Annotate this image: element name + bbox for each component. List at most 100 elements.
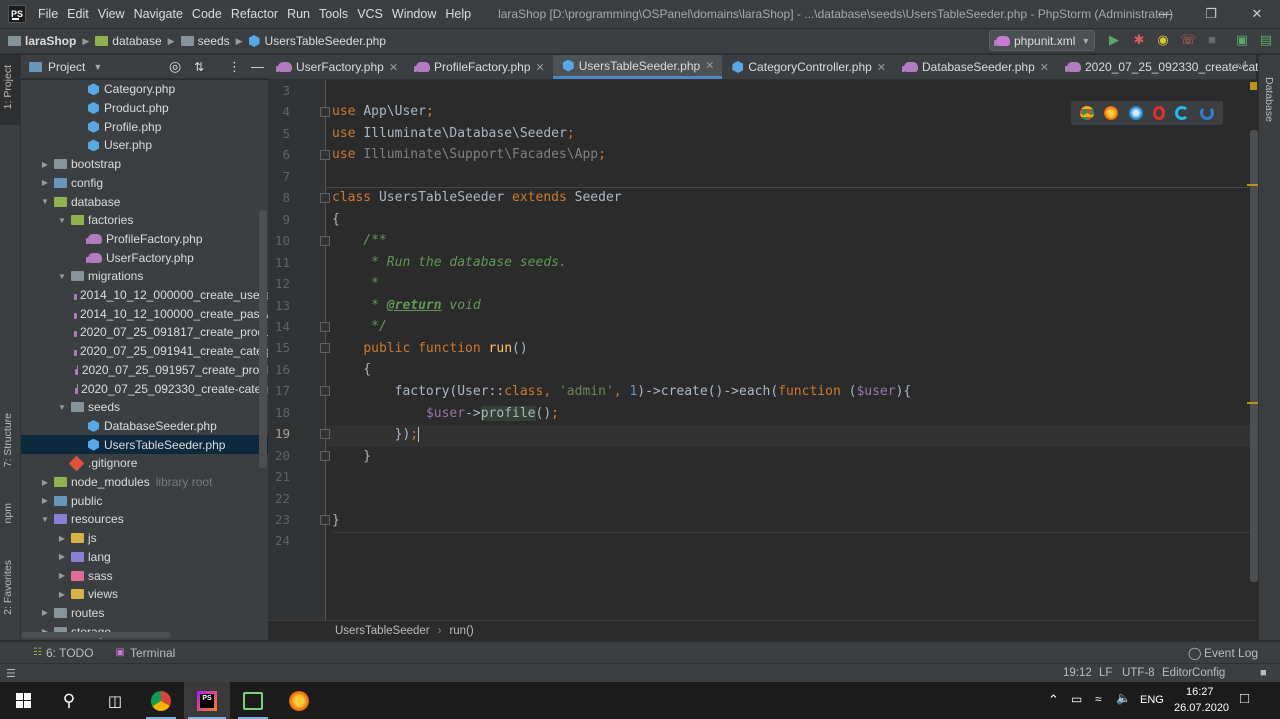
breadcrumb-database[interactable]: database [95,34,162,48]
close-tab-icon[interactable]: ✕ [705,59,714,72]
restore-icon[interactable]: ❐ [1188,0,1234,28]
firefox-taskbar-icon[interactable] [276,682,322,719]
menu-view[interactable]: View [94,7,129,21]
menu-navigate[interactable]: Navigate [130,7,187,21]
menu-code[interactable]: Code [188,7,226,21]
npm-tool-tab[interactable]: npm [2,503,14,523]
breadcrumb-seeds[interactable]: seeds [180,34,230,48]
tree-item[interactable]: Product.php [21,99,268,118]
editor-tab[interactable]: ProfileFactory.php ✕ [406,55,553,79]
breadcrumb-method[interactable]: run() [449,625,473,637]
volume-icon[interactable]: 🔈 [1116,691,1131,705]
project-view-select[interactable]: Project [48,60,85,74]
menu-refactor[interactable]: Refactor [227,7,282,21]
chevron-right-icon[interactable]: ▶ [39,478,51,487]
notifications-icon[interactable]: □ [1240,690,1249,707]
project-tool-tab[interactable]: 1: Project [2,65,14,109]
debug-icon[interactable]: ✱ [1131,32,1147,48]
close-tab-icon[interactable]: ✕ [389,61,398,74]
indent-settings[interactable]: EditorConfig [1162,667,1225,679]
tree-item[interactable]: Profile.php [21,117,268,136]
tree-item[interactable]: ▶ sass [21,566,268,585]
close-tab-icon[interactable]: ✕ [877,61,886,74]
chevron-down-icon[interactable]: ▼ [56,272,68,281]
chevron-right-icon[interactable]: ▶ [39,608,51,617]
search-icon[interactable]: ⚲ [46,682,92,719]
database-tool-tab[interactable]: Database [1263,77,1275,122]
terminal-toolbar-icon[interactable]: ▣ [1234,32,1250,48]
menu-tools[interactable]: Tools [315,7,352,21]
tree-item[interactable]: ▼ resources [21,510,268,529]
chevron-down-icon[interactable]: ▼ [39,515,51,524]
close-window-icon[interactable]: ✕ [1234,0,1280,28]
chevron-right-icon[interactable]: ▶ [39,160,51,169]
line-separator[interactable]: LF [1099,667,1112,679]
chevron-down-icon[interactable]: ▼ [56,216,68,225]
editor-tab[interactable]: UsersTableSeeder.php ✕ [552,55,723,79]
tree-horizontal-scrollbar[interactable] [21,632,171,638]
editor-tab[interactable]: UserFactory.php ✕ [268,55,406,79]
chevron-right-icon[interactable]: ▶ [39,496,51,505]
fold-marker-icon[interactable] [320,451,330,461]
clock-time[interactable]: 16:27 [1186,686,1214,698]
safari-icon[interactable] [1128,106,1143,120]
tree-item[interactable]: ▶ routes [21,604,268,623]
chevron-right-icon[interactable]: ▶ [56,534,68,543]
tree-item[interactable]: ▼ migrations [21,267,268,286]
tree-item[interactable]: Category.php [21,80,268,99]
windows-start-icon[interactable] [0,682,46,719]
tree-item[interactable]: ▼ database [21,192,268,211]
tree-item[interactable]: User.php [21,136,268,155]
chevron-right-icon[interactable]: ▶ [56,552,68,561]
code-editor[interactable]: 3 4 5 6 7 8 9 10 11 12 13 14 15 16 17 18 19 20 21 22 23 24 us… [268,80,1256,620]
lock-icon[interactable]: ■ [1260,667,1267,679]
terminal-tab[interactable]: Terminal [130,646,175,660]
breadcrumb-file[interactable]: UsersTableSeeder.php [248,34,386,48]
clock-date[interactable]: 26.07.2020 [1174,702,1229,714]
close-tab-icon[interactable]: ✕ [1040,61,1049,74]
collapse-all-icon[interactable]: ⇅ [194,60,204,74]
tree-item[interactable]: .gitignore [21,454,268,473]
fold-marker-icon[interactable] [320,107,330,117]
tree-item[interactable]: ▼ factories [21,211,268,230]
chrome-taskbar-icon[interactable] [138,682,184,719]
opera-icon[interactable] [1153,106,1166,120]
tree-item[interactable]: 2014_10_12_000000_create_users [21,286,268,305]
minimize-icon[interactable]: — [1142,0,1188,28]
breadcrumb-class[interactable]: UsersTableSeeder [335,625,430,637]
run-configuration-select[interactable]: phpunit.xml ▼ [989,30,1095,51]
chevron-down-icon[interactable]: ▼ [56,403,68,412]
run-icon[interactable]: ▶ [1106,32,1122,48]
tree-item[interactable]: ▶ public [21,491,268,510]
menu-edit[interactable]: Edit [63,7,93,21]
phpstorm-taskbar-icon[interactable]: PS [184,682,230,719]
editor-scrollbar[interactable] [1250,130,1258,582]
fold-marker-icon[interactable] [320,386,330,396]
ospanel-taskbar-icon[interactable] [230,682,276,719]
fold-marker-icon[interactable] [320,343,330,353]
caret-position[interactable]: 19:12 [1063,667,1092,679]
fold-marker-icon[interactable] [320,150,330,160]
listen-debug-icon[interactable]: ☏ [1180,32,1196,48]
tree-scrollbar[interactable] [259,210,267,468]
fold-marker-icon[interactable] [320,515,330,525]
menu-vcs[interactable]: VCS [353,7,387,21]
edge-icon[interactable] [1199,106,1214,120]
coverage-icon[interactable]: ◉ [1155,32,1171,48]
file-encoding[interactable]: UTF-8 [1122,667,1155,679]
firefox-icon[interactable] [1104,106,1119,120]
tree-item[interactable]: UsersTableSeeder.php [21,435,268,454]
tree-item[interactable]: 2020_07_25_091817_create_produ [21,323,268,342]
layers-icon[interactable]: ☰ [6,667,16,680]
fold-marker-icon[interactable] [320,429,330,439]
chrome-icon[interactable] [1080,106,1095,120]
tree-item[interactable]: DatabaseSeeder.php [21,417,268,436]
fold-marker-icon[interactable] [320,236,330,246]
tree-item[interactable]: ▶ config [21,174,268,193]
menu-help[interactable]: Help [441,7,475,21]
menu-file[interactable]: File [34,7,62,21]
tree-item[interactable]: ▼ seeds [21,398,268,417]
editor-tab[interactable]: CategoryController.php ✕ [722,55,894,79]
todo-tab[interactable]: 6: TODO [46,646,94,660]
chevron-right-icon[interactable]: ▶ [56,590,68,599]
